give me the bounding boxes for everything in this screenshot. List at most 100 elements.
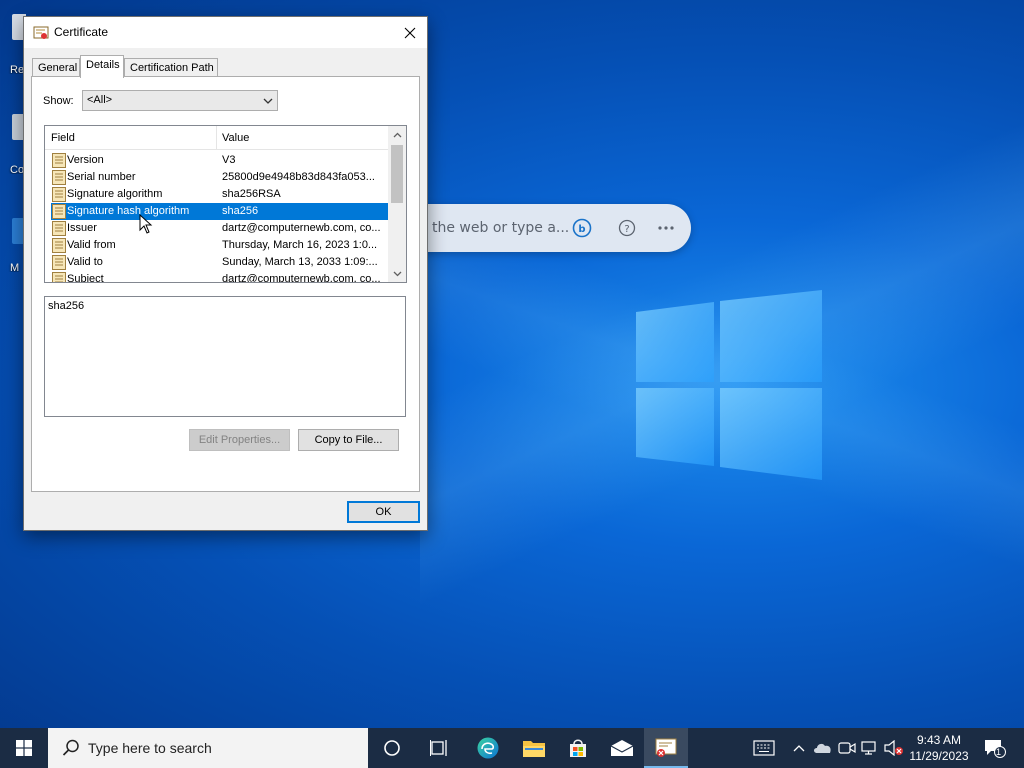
- onedrive-button[interactable]: [813, 738, 833, 758]
- notification-count: 1: [996, 747, 1002, 757]
- show-dropdown-value: <All>: [87, 94, 113, 106]
- close-button[interactable]: [393, 17, 427, 48]
- cortana-button[interactable]: [370, 728, 414, 768]
- bing-icon[interactable]: b: [572, 218, 592, 238]
- certificate-dialog: Certificate General Details Certificatio…: [23, 16, 428, 531]
- field-icon: [52, 204, 66, 219]
- show-label: Show:: [43, 95, 74, 107]
- scroll-up-button[interactable]: [388, 126, 406, 143]
- list-item[interactable]: Subject dartz@computernewb.com, co...: [51, 271, 388, 283]
- list-item[interactable]: Issuer dartz@computernewb.com, co...: [51, 220, 388, 237]
- list-item[interactable]: Version V3: [51, 152, 388, 169]
- list-scrollbar[interactable]: [388, 126, 406, 282]
- chevron-down-icon: [393, 271, 401, 276]
- windows-start-icon: [16, 740, 32, 756]
- list-item[interactable]: Signature algorithm sha256RSA: [51, 186, 388, 203]
- field-name: Version: [67, 154, 104, 166]
- ok-button[interactable]: OK: [347, 501, 420, 523]
- cortana-icon: [384, 740, 400, 756]
- tab-details[interactable]: Details: [80, 55, 124, 78]
- close-icon: [404, 27, 416, 38]
- store-icon: [570, 739, 586, 757]
- show-hidden-icons-button[interactable]: [789, 738, 809, 758]
- mail-taskbar-button[interactable]: [600, 728, 644, 768]
- network-icon: [861, 741, 876, 755]
- certificate-icon: [33, 26, 49, 39]
- taskbar-search-placeholder: Type here to search: [88, 740, 212, 756]
- list-item[interactable]: Valid from Thursday, March 16, 2023 1:0.…: [51, 237, 388, 254]
- clock-time: 9:43 AM: [916, 733, 962, 747]
- file-explorer-taskbar-button[interactable]: [512, 728, 556, 768]
- taskbar-search-box[interactable]: Type here to search: [48, 728, 368, 768]
- tab-general[interactable]: General: [32, 58, 80, 77]
- field-icon: [52, 187, 66, 202]
- folder-icon: [523, 741, 545, 757]
- chevron-down-icon: [263, 98, 273, 104]
- field-name: Serial number: [67, 171, 136, 183]
- start-button[interactable]: [0, 728, 48, 768]
- show-dropdown[interactable]: <All>: [82, 90, 278, 111]
- store-taskbar-button[interactable]: [556, 728, 600, 768]
- field-icon: [52, 255, 66, 270]
- edge-taskbar-button[interactable]: [466, 728, 510, 768]
- field-value: sha256: [222, 205, 259, 217]
- svg-text:b: b: [578, 224, 585, 235]
- edit-properties-button[interactable]: Edit Properties...: [189, 429, 290, 451]
- fields-list[interactable]: Field Value Version V3 Serial number 258…: [44, 125, 407, 283]
- field-icon: [52, 221, 66, 236]
- camera-icon: [838, 742, 856, 754]
- field-name: Signature algorithm: [67, 188, 163, 200]
- field-name: Valid to: [67, 256, 103, 268]
- field-name: Signature hash algorithm: [67, 205, 190, 217]
- touch-keyboard-button[interactable]: [752, 738, 776, 758]
- volume-button[interactable]: [884, 738, 904, 758]
- list-item-selected[interactable]: Signature hash algorithm sha256: [51, 203, 388, 220]
- network-button[interactable]: [860, 738, 880, 758]
- field-value: V3: [222, 154, 236, 166]
- field-value: 25800d9e4948b83d843fa053...: [222, 171, 375, 183]
- chevron-up-icon: [393, 132, 401, 137]
- search-flyout-placeholder: the web or type a...: [432, 220, 570, 236]
- notification-icon: [985, 740, 1006, 758]
- field-icon: [52, 153, 66, 168]
- tab-certification-path[interactable]: Certification Path: [124, 58, 218, 77]
- speaker-muted-icon: [884, 740, 903, 756]
- help-icon[interactable]: ?: [617, 218, 637, 238]
- field-value: dartz@computernewb.com, co...: [222, 273, 381, 283]
- column-header-field[interactable]: Field: [51, 132, 75, 144]
- list-item[interactable]: Serial number 25800d9e4948b83d843fa053..…: [51, 169, 388, 186]
- meet-now-button[interactable]: [837, 738, 857, 758]
- more-options-icon[interactable]: [656, 218, 676, 238]
- column-header-value[interactable]: Value: [222, 132, 249, 144]
- mouse-cursor-icon: [139, 214, 153, 234]
- scroll-down-button[interactable]: [388, 265, 406, 282]
- taskbar-clock[interactable]: 9:43 AM 11/29/2023: [906, 732, 972, 764]
- list-header: Field Value: [45, 126, 388, 150]
- field-icon: [52, 272, 66, 282]
- certificate-taskbar-button[interactable]: [644, 728, 688, 768]
- title-bar[interactable]: Certificate: [24, 17, 427, 48]
- desktop-icon-label: M: [10, 262, 20, 272]
- action-center-button[interactable]: 1: [982, 738, 1008, 758]
- edge-icon: [477, 737, 499, 759]
- field-icon: [52, 238, 66, 253]
- copy-to-file-button[interactable]: Copy to File...: [298, 429, 399, 451]
- search-flyout[interactable]: the web or type a... b ?: [400, 204, 691, 252]
- field-detail-box[interactable]: sha256: [44, 296, 406, 417]
- desktop-icon-label: Co: [10, 164, 25, 174]
- desktop-icon-label: Re: [10, 64, 25, 74]
- task-view-button[interactable]: [418, 728, 462, 768]
- field-value: dartz@computernewb.com, co...: [222, 222, 381, 234]
- svg-text:?: ?: [624, 224, 629, 235]
- list-item[interactable]: Valid to Sunday, March 13, 2033 1:09:...: [51, 254, 388, 271]
- field-name: Valid from: [67, 239, 116, 251]
- field-detail-text: sha256: [48, 300, 85, 312]
- mail-icon: [610, 740, 634, 756]
- windows-logo-wallpaper: [636, 290, 822, 480]
- certificate-icon: [655, 738, 677, 757]
- column-divider[interactable]: [216, 126, 217, 150]
- scroll-thumb[interactable]: [391, 145, 403, 203]
- field-name: Subject: [67, 273, 104, 283]
- field-value: Thursday, March 16, 2023 1:0...: [222, 239, 378, 251]
- field-name: Issuer: [67, 222, 97, 234]
